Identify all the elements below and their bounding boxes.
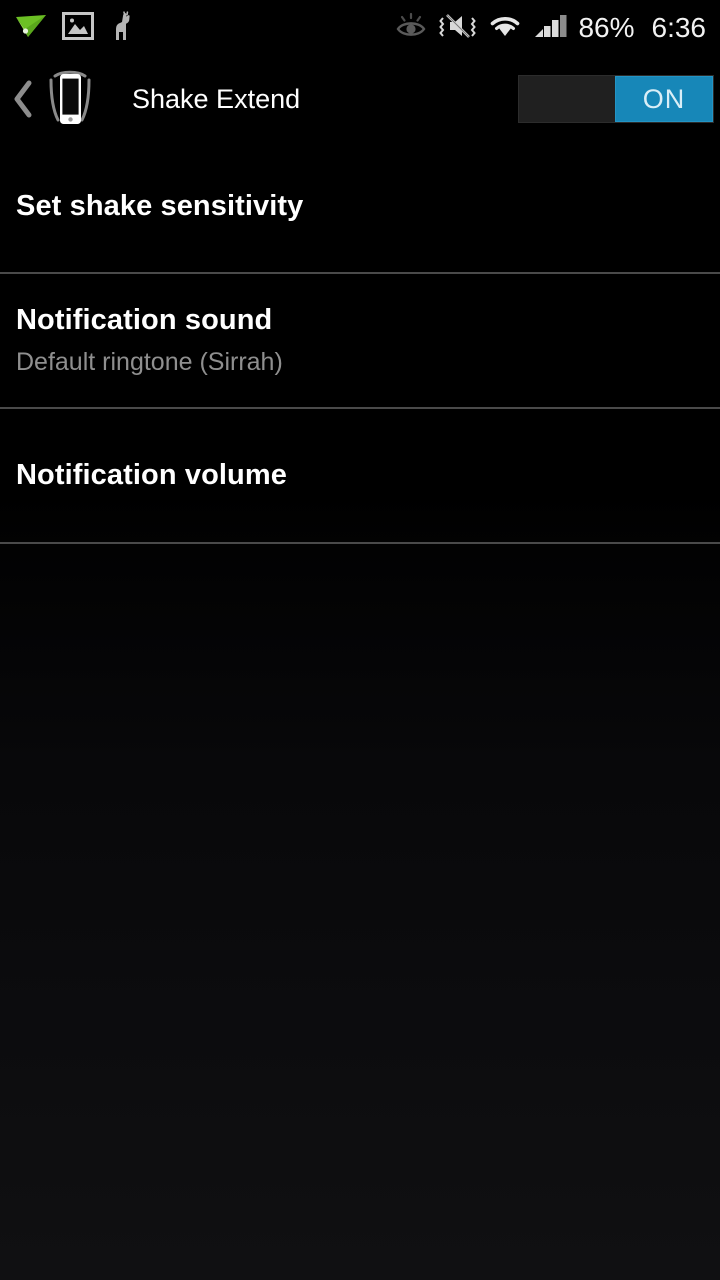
list-item-title: Notification sound [16,303,273,336]
gallery-image-icon [62,11,94,45]
list-item-notification-sound[interactable]: Notification sound Default ringtone (Sir… [0,274,720,407]
shake-extend-toggle[interactable]: ON [518,75,714,123]
wifi-icon [488,12,522,45]
battery-percentage: 86% [578,12,635,43]
shaking-phone-icon [42,68,98,130]
list-item-set-shake-sensitivity[interactable]: Set shake sensitivity [0,142,720,272]
status-bar-clock: 6:36 [651,12,707,43]
llama-icon [108,10,136,46]
back-button[interactable] [6,56,40,142]
list-item-title: Notification volume [16,458,287,491]
toggle-state-label: ON [642,83,686,114]
phone-screen: 86% 6:36 Shake Extend ON Set shake sensi… [0,0,720,1280]
action-bar: Shake Extend ON [0,56,720,142]
toggle-thumb[interactable]: ON [615,76,713,122]
back-chevron-icon [14,80,32,118]
status-bar-system-icons: 86% 6:36 [394,12,706,45]
status-bar: 86% 6:36 [0,0,720,56]
mute-vibrate-icon [439,12,477,45]
signal-bars-icon [533,12,567,45]
list-item-title: Set shake sensitivity [16,190,304,223]
status-bar-notification-icons [14,10,136,46]
list-item-notification-volume[interactable]: Notification volume [0,409,720,542]
paper-plane-icon [14,13,48,44]
page-title: Shake Extend [132,83,301,114]
list-divider [0,542,720,544]
smart-stay-eye-icon [394,12,428,45]
settings-list: Set shake sensitivity Notification sound… [0,142,720,544]
list-item-subtitle: Default ringtone (Sirrah) [16,347,283,376]
